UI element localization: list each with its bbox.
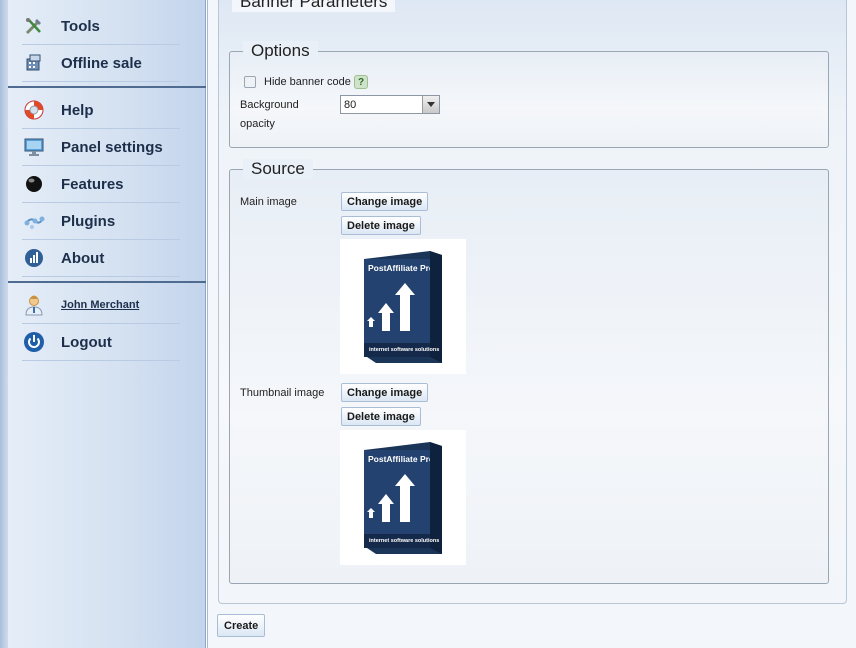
sidebar-item-label: Logout — [61, 333, 112, 351]
sidebar: Tools Offline sale Help Panel settings F… — [0, 0, 206, 648]
box-brand-text: PostAffiliate Pro — [368, 263, 430, 273]
create-button[interactable]: Create — [217, 614, 266, 637]
chevron-down-icon[interactable] — [422, 96, 439, 113]
thumbnail-image-preview: PostAffiliate Pro internet software solu… — [340, 430, 466, 565]
sidebar-item-label: Offline sale — [61, 54, 142, 72]
thumbnail-image-label: Thumbnail image — [240, 387, 325, 399]
background-opacity-label-line2: opacity — [240, 118, 275, 130]
main-image-preview: PostAffiliate Pro internet software solu… — [340, 239, 466, 374]
thumbnail-change-image-button[interactable]: Change image — [341, 383, 429, 402]
source-legend: Source — [243, 159, 313, 179]
sidebar-item-features[interactable]: Features — [22, 166, 180, 203]
sidebar-item-plugins[interactable]: Plugins — [22, 203, 180, 240]
user-name-link[interactable]: John Merchant — [61, 299, 139, 311]
sidebar-item-offline-sale[interactable]: Offline sale — [22, 45, 180, 82]
sidebar-item-label: Plugins — [61, 212, 116, 230]
sidebar-item-panel-settings[interactable]: Panel settings — [22, 129, 180, 166]
offline-sale-icon — [22, 51, 46, 75]
help-icon[interactable]: ? — [354, 75, 368, 89]
about-icon — [22, 246, 46, 270]
tools-icon — [22, 14, 46, 38]
sidebar-item-tools[interactable]: Tools — [22, 8, 180, 45]
main-change-image-button[interactable]: Change image — [341, 192, 429, 211]
sidebar-item-label: Panel settings — [61, 138, 163, 156]
box-brand-text: PostAffiliate Pro — [368, 454, 430, 464]
sphere-icon — [22, 172, 46, 196]
sidebar-item-label: Features — [61, 175, 124, 193]
background-opacity-select[interactable]: 80 — [340, 95, 440, 114]
sidebar-item-label: Tools — [61, 17, 100, 35]
background-opacity-label-line1: Background — [240, 99, 299, 111]
sidebar-item-label: Help — [61, 101, 94, 119]
thumbnail-delete-image-button[interactable]: Delete image — [341, 407, 421, 426]
sidebar-item-about[interactable]: About — [22, 240, 180, 277]
hide-banner-code-label: Hide banner code — [264, 76, 351, 88]
sidebar-separator — [8, 281, 206, 283]
select-value: 80 — [344, 98, 357, 111]
sidebar-item-help[interactable]: Help — [22, 92, 180, 129]
sidebar-item-logout[interactable]: Logout — [22, 324, 180, 361]
hide-banner-code-checkbox[interactable] — [244, 76, 256, 88]
panel-title: Banner Parameters — [232, 0, 396, 12]
power-icon — [22, 330, 46, 354]
options-fieldset: Options Hide banner code ? Background op… — [229, 41, 829, 148]
sidebar-item-label: About — [61, 249, 105, 267]
box-tagline-text: internet software solutions — [369, 538, 440, 544]
sidebar-separator — [8, 86, 206, 88]
main-image-label: Main image — [240, 196, 297, 208]
user-icon — [22, 293, 46, 317]
monitor-icon — [22, 135, 46, 159]
box-tagline-text: internet software solutions — [369, 347, 440, 353]
sidebar-item-user[interactable]: John Merchant — [22, 287, 180, 324]
source-fieldset: Source Main image Change image Delete im… — [229, 159, 829, 584]
lifebuoy-icon — [22, 98, 46, 122]
main-delete-image-button[interactable]: Delete image — [341, 216, 421, 235]
banner-parameters-panel: Banner Parameters Options Hide banner co… — [218, 0, 847, 604]
plugins-icon — [22, 209, 46, 233]
options-legend: Options — [243, 41, 318, 61]
main-content: Banner Parameters Options Hide banner co… — [207, 0, 856, 648]
